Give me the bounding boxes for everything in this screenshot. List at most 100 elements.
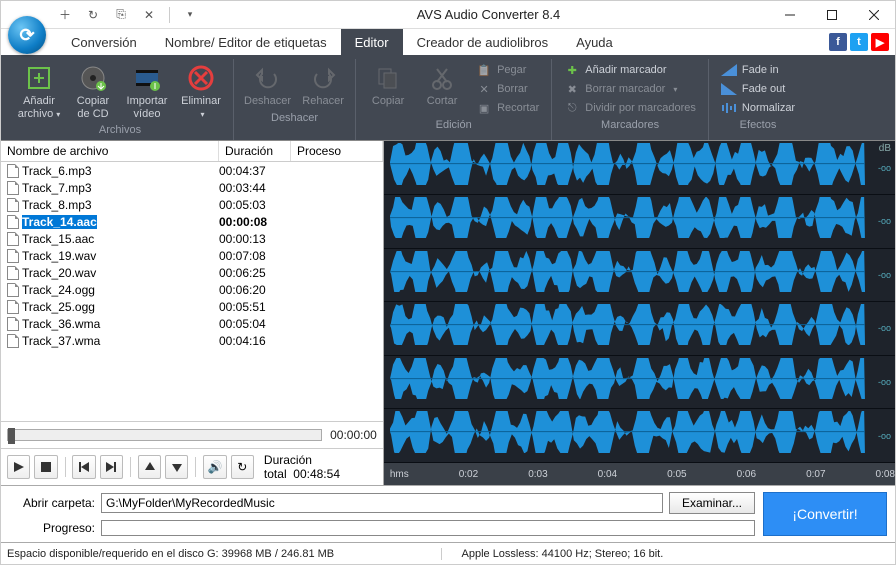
volume-button[interactable]: 🔊 (203, 455, 226, 479)
tab-audiobooks[interactable]: Creador de audiolibros (403, 29, 563, 55)
qa-import-icon[interactable]: ⎘ (113, 7, 129, 23)
paste-label: Pegar (497, 64, 526, 76)
waveform-area[interactable]: dB -oo-oo-oo-oo-oo-oo (384, 141, 895, 463)
group-undo-label: Deshacer (271, 112, 318, 126)
open-folder-input[interactable] (101, 493, 663, 513)
repeat-button[interactable]: ↻ (231, 455, 254, 479)
move-down-button[interactable] (165, 455, 188, 479)
add-marker-button[interactable]: ✚Añadir marcador (560, 61, 670, 79)
timeline-unit: hms (390, 469, 409, 480)
col-process[interactable]: Proceso (291, 141, 383, 161)
waveform-track[interactable]: -oo (384, 249, 895, 303)
table-row[interactable]: Track_14.aac00:00:08 (1, 213, 383, 230)
minimize-button[interactable] (769, 1, 811, 29)
table-row[interactable]: Track_36.wma00:05:04 (1, 315, 383, 332)
split-markers-button: ⎋Dividir por marcadores (560, 99, 700, 117)
fade-out-button[interactable]: Fade out (717, 80, 789, 98)
twitter-icon[interactable]: t (850, 33, 868, 51)
youtube-icon[interactable]: ▶ (871, 33, 889, 51)
trim-button: ▣Recortar (472, 99, 543, 117)
status-format: Apple Lossless: 44100 Hz; Stereo; 16 bit… (441, 548, 896, 560)
waveform-track[interactable]: -oo (384, 302, 895, 356)
db-value: -oo (878, 323, 891, 333)
delete-button[interactable]: Eliminar▾ (177, 61, 225, 122)
browse-button[interactable]: Examinar... (669, 492, 755, 514)
table-row[interactable]: Track_19.wav00:07:08 (1, 247, 383, 264)
qa-close-icon[interactable]: ✕ (141, 7, 157, 23)
copy-label: Copiar (372, 95, 404, 108)
file-icon (7, 181, 19, 195)
tab-editor[interactable]: Editor (341, 29, 403, 55)
open-folder-label: Abrir carpeta: (9, 496, 95, 510)
fadeout-label: Fade out (742, 83, 785, 95)
split-label: Dividir por marcadores (585, 102, 696, 114)
qa-plus-icon[interactable]: ＋ (57, 7, 73, 23)
close-button[interactable] (853, 1, 895, 29)
stop-button[interactable] (34, 455, 57, 479)
waveform-track[interactable]: -oo (384, 195, 895, 249)
prev-track-button[interactable] (72, 455, 95, 479)
tick: 0:03 (528, 469, 547, 480)
waveform-track[interactable]: -oo (384, 141, 895, 195)
tab-tags[interactable]: Nombre/ Editor de etiquetas (151, 29, 341, 55)
col-name[interactable]: Nombre de archivo (1, 141, 219, 161)
table-row[interactable]: Track_15.aac00:00:13 (1, 230, 383, 247)
file-list-header: Nombre de archivo Duración Proceso (1, 141, 383, 162)
tab-conversion[interactable]: Conversión (57, 29, 151, 55)
statusbar: Espacio disponible/requerido en el disco… (1, 542, 895, 564)
file-icon (7, 232, 19, 246)
file-list[interactable]: Track_6.mp300:04:37Track_7.mp300:03:44Tr… (1, 162, 383, 421)
table-row[interactable]: Track_8.mp300:05:03 (1, 196, 383, 213)
main-tabs: Conversión Nombre/ Editor de etiquetas E… (1, 29, 895, 55)
file-icon (7, 164, 19, 178)
table-row[interactable]: Track_37.wma00:04:16 (1, 332, 383, 349)
undo-button: Deshacer (242, 61, 293, 110)
table-row[interactable]: Track_6.mp300:04:37 (1, 162, 383, 179)
import-video-button[interactable]: Importar vídeo (123, 61, 171, 122)
maximize-button[interactable] (811, 1, 853, 29)
group-effects-label: Efectos (740, 119, 777, 133)
normalize-label: Normalizar (742, 102, 795, 114)
qa-dropdown-icon[interactable]: ▾ (182, 7, 198, 23)
timeline[interactable]: hms 0:02 0:03 0:04 0:05 0:06 0:07 0:08 (384, 463, 895, 485)
delete-label: Eliminar (181, 95, 221, 107)
add-marker-label: Añadir marcador (585, 64, 666, 76)
db-value: -oo (878, 270, 891, 280)
tab-help[interactable]: Ayuda (562, 29, 627, 55)
db-value: -oo (878, 377, 891, 387)
file-icon (7, 334, 19, 348)
file-icon (7, 300, 19, 314)
play-button[interactable] (7, 455, 30, 479)
titlebar: ＋ ↻ ⎘ ✕ ▾ AVS Audio Converter 8.4 (1, 1, 895, 29)
table-row[interactable]: Track_25.ogg00:05:51 (1, 298, 383, 315)
facebook-icon[interactable]: f (829, 33, 847, 51)
next-track-button[interactable] (100, 455, 123, 479)
fade-in-button[interactable]: Fade in (717, 61, 783, 79)
copy-cd-button[interactable]: Copiar de CD (69, 61, 117, 122)
qa-refresh-icon[interactable]: ↻ (85, 7, 101, 23)
total-dur-value: 00:48:54 (293, 467, 340, 481)
add-file-button[interactable]: Añadir archivo▾ (15, 61, 63, 122)
move-up-button[interactable] (138, 455, 161, 479)
tick: 0:02 (459, 469, 478, 480)
table-row[interactable]: Track_7.mp300:03:44 (1, 179, 383, 196)
db-value: -oo (878, 431, 891, 441)
col-duration[interactable]: Duración (219, 141, 291, 161)
convert-button[interactable]: ¡Convertir! (763, 492, 887, 536)
app-logo: ⟳ (8, 16, 46, 54)
normalize-button[interactable]: Normalizar (717, 99, 799, 117)
table-row[interactable]: Track_24.ogg00:06:20 (1, 281, 383, 298)
copy-cd-label: Copiar de CD (77, 95, 109, 120)
erase-button: ✕Borrar (472, 80, 532, 98)
group-markers-label: Marcadores (601, 119, 659, 133)
status-disk: Espacio disponible/requerido en el disco… (1, 548, 441, 560)
file-icon (7, 283, 19, 297)
file-icon (7, 198, 19, 212)
file-icon (7, 317, 19, 331)
scrub-slider[interactable] (7, 429, 322, 441)
waveform-track[interactable]: -oo (384, 409, 895, 463)
waveform-track[interactable]: -oo (384, 356, 895, 410)
file-icon (7, 249, 19, 263)
redo-label: Rehacer (302, 95, 344, 108)
table-row[interactable]: Track_20.wav00:06:25 (1, 264, 383, 281)
